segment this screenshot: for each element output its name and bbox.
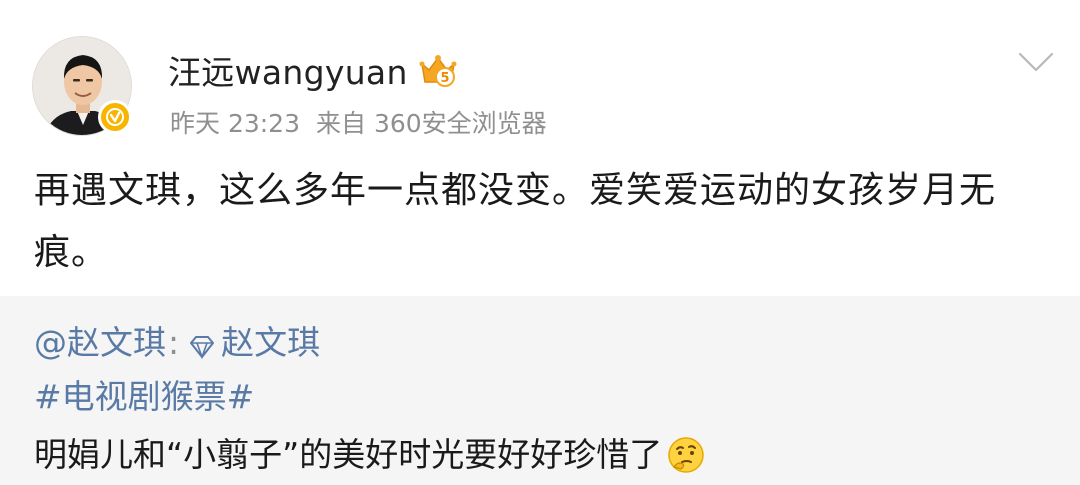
thinking-emoji-icon bbox=[666, 435, 706, 475]
post-source: 来自 360安全浏览器 bbox=[316, 109, 547, 138]
post-meta: 昨天 23:23 来自 360安全浏览器 bbox=[170, 104, 547, 140]
separator: : bbox=[168, 323, 180, 362]
vip-level: 5 bbox=[440, 71, 449, 86]
weibo-post: 汪远wangyuan 5 昨天 23:23 来自 360安全浏览器 再遇文琪，这… bbox=[0, 0, 1080, 485]
topic-link[interactable]: #电视剧猴票# bbox=[34, 374, 254, 420]
mention-link[interactable]: @赵文琪 bbox=[34, 320, 166, 366]
repost-box[interactable]: @赵文琪 : 赵文琪 #电视剧猴票# 明娟儿和“小翦子”的美好时光要好好珍惜了 bbox=[0, 296, 1080, 485]
repost-text-row: 明娟儿和“小翦子”的美好时光要好好珍惜了 bbox=[34, 432, 706, 478]
vip-crown-icon[interactable]: 5 bbox=[418, 50, 458, 90]
author-name[interactable]: 汪远wangyuan bbox=[168, 46, 408, 94]
linked-name[interactable]: 赵文琪 bbox=[221, 320, 320, 366]
avatar[interactable] bbox=[32, 36, 132, 136]
repost-text: 明娟儿和“小翦子”的美好时光要好好珍惜了 bbox=[34, 435, 663, 474]
author-row: 汪远wangyuan 5 bbox=[168, 46, 458, 94]
chevron-down-icon[interactable] bbox=[1018, 50, 1054, 74]
repost-header: @赵文琪 : 赵文琪 bbox=[34, 320, 320, 366]
post-text: 再遇文琪，这么多年一点都没变。爱笑爱运动的女孩岁月无痕。 bbox=[34, 170, 997, 273]
post-time: 昨天 23:23 bbox=[170, 109, 300, 138]
diamond-icon bbox=[187, 328, 217, 360]
verified-badge-icon bbox=[98, 100, 132, 134]
